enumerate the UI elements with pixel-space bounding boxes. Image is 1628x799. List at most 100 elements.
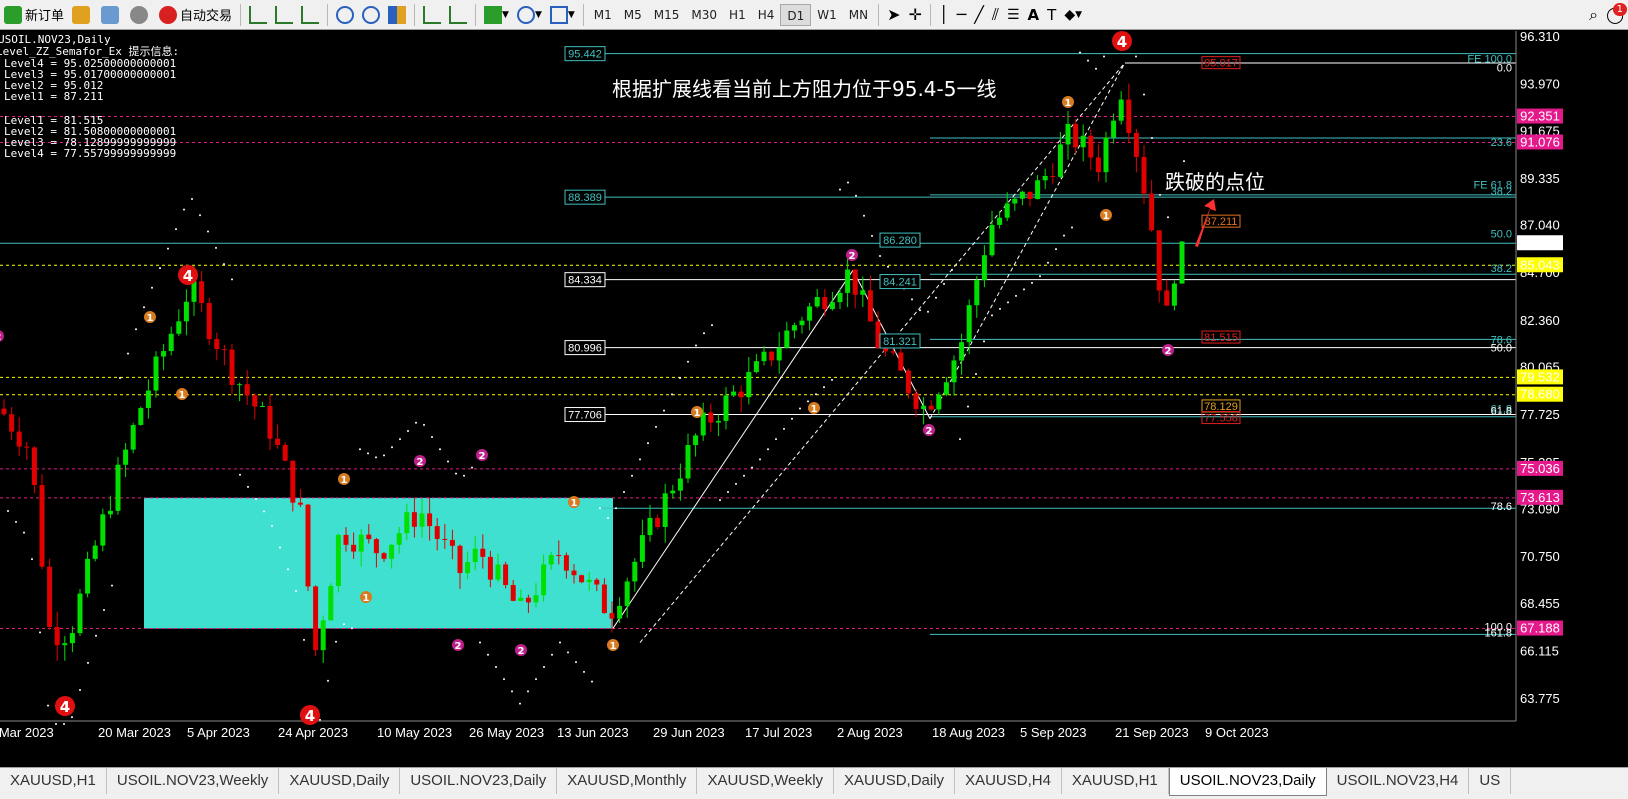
fib-level-label: 38.2 [1491, 186, 1512, 198]
chart-shift-button[interactable] [446, 3, 470, 27]
candle-body [183, 301, 189, 322]
metaeditor-button[interactable] [69, 3, 96, 27]
sar-dot [695, 344, 697, 347]
crosshair-tool-button[interactable]: ✛ [906, 3, 925, 27]
candle-body [1133, 132, 1139, 157]
candle-body [24, 446, 30, 448]
horizontal-line-button[interactable]: ─ [954, 3, 970, 27]
timeframe-w1[interactable]: W1 [811, 4, 843, 26]
equidistant-channel-button[interactable]: ⫽ [989, 3, 1002, 27]
book-icon [72, 5, 91, 24]
sar-dot [55, 722, 57, 725]
chart-tab[interactable]: XAUUSD,Daily [279, 768, 401, 794]
sar-dot [1151, 136, 1153, 139]
bar-chart-button[interactable] [246, 3, 270, 27]
semafor-marker-label: 2 [479, 451, 486, 462]
fib-level-label: 38.2 [1491, 263, 1512, 275]
semafor-marker-label: 2 [455, 641, 462, 652]
price-highlight-label: 85.043 [1520, 257, 1560, 272]
sar-dot [775, 438, 777, 441]
trendline [639, 62, 1126, 643]
price-chart[interactable]: 95.442 88.389 86.280 84.334 84.241 80.996 81.3… [0, 31, 1628, 767]
candle-body [905, 370, 911, 394]
candle-body [313, 586, 319, 651]
timeframe-mn[interactable]: MN [843, 4, 874, 26]
chart-tab[interactable]: XAUUSD,H1 [0, 768, 107, 794]
chart-tab[interactable]: XAUUSD,Monthly [557, 768, 698, 794]
candle-body [1141, 156, 1147, 194]
timeframe-h4[interactable]: H4 [752, 4, 781, 26]
sar-dot [1167, 216, 1169, 219]
text-label-button[interactable]: T [1044, 3, 1059, 27]
auto-scroll-button[interactable] [420, 3, 444, 27]
zoom-out-button[interactable] [359, 3, 383, 27]
candle-body [199, 281, 205, 304]
chart-tab[interactable]: USOIL.NOV23,Daily [400, 768, 558, 794]
trendline [612, 269, 854, 629]
candle-body [411, 512, 417, 527]
chart-tab[interactable]: XAUUSD,Weekly [697, 768, 835, 794]
periods-button[interactable]: ▼ [514, 3, 545, 27]
candle-body [1042, 176, 1048, 181]
sar-dot [879, 254, 881, 257]
candle-body [1073, 123, 1079, 148]
timeframe-m1[interactable]: M1 [588, 4, 618, 26]
date-axis-label: 3 Mar 2023 [0, 725, 54, 740]
timeframe-d1[interactable]: D1 [780, 3, 812, 26]
templates-button[interactable]: ▼ [547, 3, 578, 27]
notifications-button[interactable]: ◯ 1 [1603, 2, 1627, 27]
signals-button[interactable] [127, 3, 154, 27]
candlestick-button[interactable] [272, 3, 296, 27]
separator [327, 3, 329, 26]
data-folder-button[interactable] [98, 3, 125, 27]
chart-tab[interactable]: US [1469, 768, 1512, 794]
chart-canvas[interactable]: 95.442 88.389 86.280 84.334 84.241 80.996 81.3… [0, 31, 1628, 767]
timeframe-m30[interactable]: M30 [685, 4, 723, 26]
candle-body [579, 575, 585, 583]
candle-body [784, 330, 790, 348]
sar-dot [751, 466, 753, 469]
chart-tab[interactable]: XAUUSD,H1 [1062, 768, 1169, 794]
fibonacci-button[interactable]: ☰ [1004, 3, 1023, 27]
price-highlight-label: 73.613 [1520, 490, 1560, 505]
search-button[interactable]: ⌕ [1586, 3, 1601, 27]
candle-body [419, 513, 425, 527]
sar-dot [239, 473, 241, 476]
auto-scroll-icon [423, 5, 442, 24]
semafor-marker-label: 2 [417, 457, 424, 468]
auto-trading-button[interactable]: 自动交易 [156, 3, 235, 27]
candle-body [594, 579, 600, 585]
vertical-line-button[interactable]: │ [936, 3, 952, 27]
chart-tab[interactable]: USOIL.NOV23,Weekly [107, 768, 280, 794]
candle-body [449, 539, 455, 546]
tile-windows-button[interactable] [385, 3, 409, 27]
sar-dot [863, 214, 865, 217]
sar-dot [727, 490, 729, 493]
timeframe-m5[interactable]: M5 [618, 4, 648, 26]
candle-body [867, 290, 873, 322]
candle-body [396, 533, 402, 545]
shapes-button[interactable]: ◆ ▼ [1061, 3, 1085, 27]
zoom-in-button[interactable] [333, 3, 357, 27]
candle-body [320, 620, 326, 651]
trendline-button[interactable]: ╱ [971, 3, 987, 27]
fibonacci-icon: ☰ [1006, 6, 1020, 23]
chart-tab[interactable]: USOIL.NOV23,H4 [1327, 768, 1470, 794]
chart-tab[interactable]: XAUUSD,Daily [834, 768, 956, 794]
chart-tab-active[interactable]: USOIL.NOV23,Daily [1168, 768, 1327, 796]
chart-tabbar: XAUUSD,H1 USOIL.NOV23,Weekly XAUUSD,Dail… [0, 767, 1628, 799]
sar-dot [815, 393, 817, 396]
chart-tab[interactable]: XAUUSD,H4 [955, 768, 1062, 794]
candle-body [62, 643, 68, 646]
sar-dot [855, 194, 857, 197]
timeframe-h1[interactable]: H1 [723, 4, 752, 26]
indicators-button[interactable]: ▼ [481, 3, 512, 27]
candle-body [297, 502, 303, 505]
date-axis-label: 5 Sep 2023 [1020, 725, 1087, 740]
cursor-tool-button[interactable]: ➤ [884, 3, 903, 27]
line-chart-button[interactable] [298, 3, 322, 27]
new-order-button[interactable]: 新订单 [1, 3, 67, 27]
timeframe-m15[interactable]: M15 [648, 4, 686, 26]
fib-level-label: 0.0 [1497, 63, 1512, 75]
text-tool-button[interactable]: A [1025, 3, 1043, 27]
